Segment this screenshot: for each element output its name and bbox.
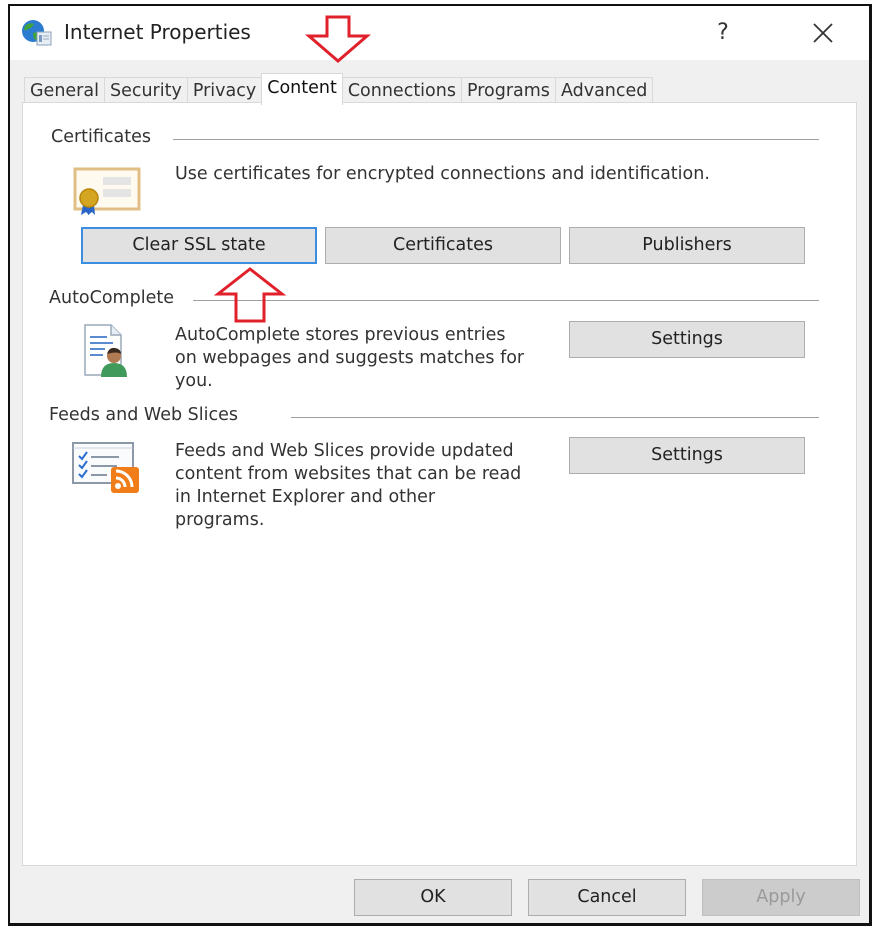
internet-properties-dialog: Internet Properties ? General Security P… [8,4,872,926]
autocomplete-description-line-1: AutoComplete stores previous entries [175,325,506,345]
certificate-icon [73,167,141,215]
autocomplete-settings-button[interactable]: Settings [569,321,805,358]
publishers-button[interactable]: Publishers [569,227,805,264]
certificates-group-title: Certificates [51,127,164,147]
autocomplete-description-line-3: you. [175,371,213,391]
feeds-settings-button[interactable]: Settings [569,437,805,474]
internet-explorer-globe-icon [22,20,52,46]
certificates-button[interactable]: Certificates [325,227,561,264]
feeds-description-line-4: programs. [175,510,265,530]
tab-connections[interactable]: Connections [341,77,462,105]
clear-ssl-state-button[interactable]: Clear SSL state [81,227,317,264]
feeds-description-line-2: content from websites that can be read [175,464,522,484]
certificates-description: Use certificates for encrypted connectio… [175,164,710,184]
tab-programs[interactable]: Programs [460,77,556,105]
help-button[interactable]: ? [708,16,738,50]
window-title: Internet Properties [64,20,251,44]
apply-button: Apply [702,879,860,916]
cancel-button[interactable]: Cancel [528,879,686,916]
tab-strip: General Security Privacy Content Connect… [24,73,654,105]
feeds-rss-icon [72,442,139,493]
autocomplete-description-line-2: on webpages and suggests matches for [175,348,525,368]
annotation-down-arrow-icon [304,15,372,63]
autocomplete-group-title: AutoComplete [49,288,186,308]
feeds-description-line-3: in Internet Explorer and other [175,487,436,507]
annotation-up-arrow-icon [214,267,286,323]
certificates-group-divider [173,139,819,140]
tab-general[interactable]: General [24,77,105,105]
feeds-group-title: Feeds and Web Slices [49,405,250,425]
content-tab-panel: Certificates Use certificates for encryp… [22,102,857,866]
autocomplete-user-document-icon [84,324,127,377]
tab-content[interactable]: Content [261,73,343,105]
feeds-description-line-1: Feeds and Web Slices provide updated [175,441,514,461]
tab-advanced[interactable]: Advanced [554,77,654,105]
close-icon[interactable] [806,16,840,50]
ok-button[interactable]: OK [354,879,512,916]
title-bar: Internet Properties ? [10,6,869,60]
feeds-group-divider [291,417,819,418]
tab-privacy[interactable]: Privacy [186,77,263,105]
autocomplete-group-divider [193,300,819,301]
tab-security[interactable]: Security [103,77,188,105]
